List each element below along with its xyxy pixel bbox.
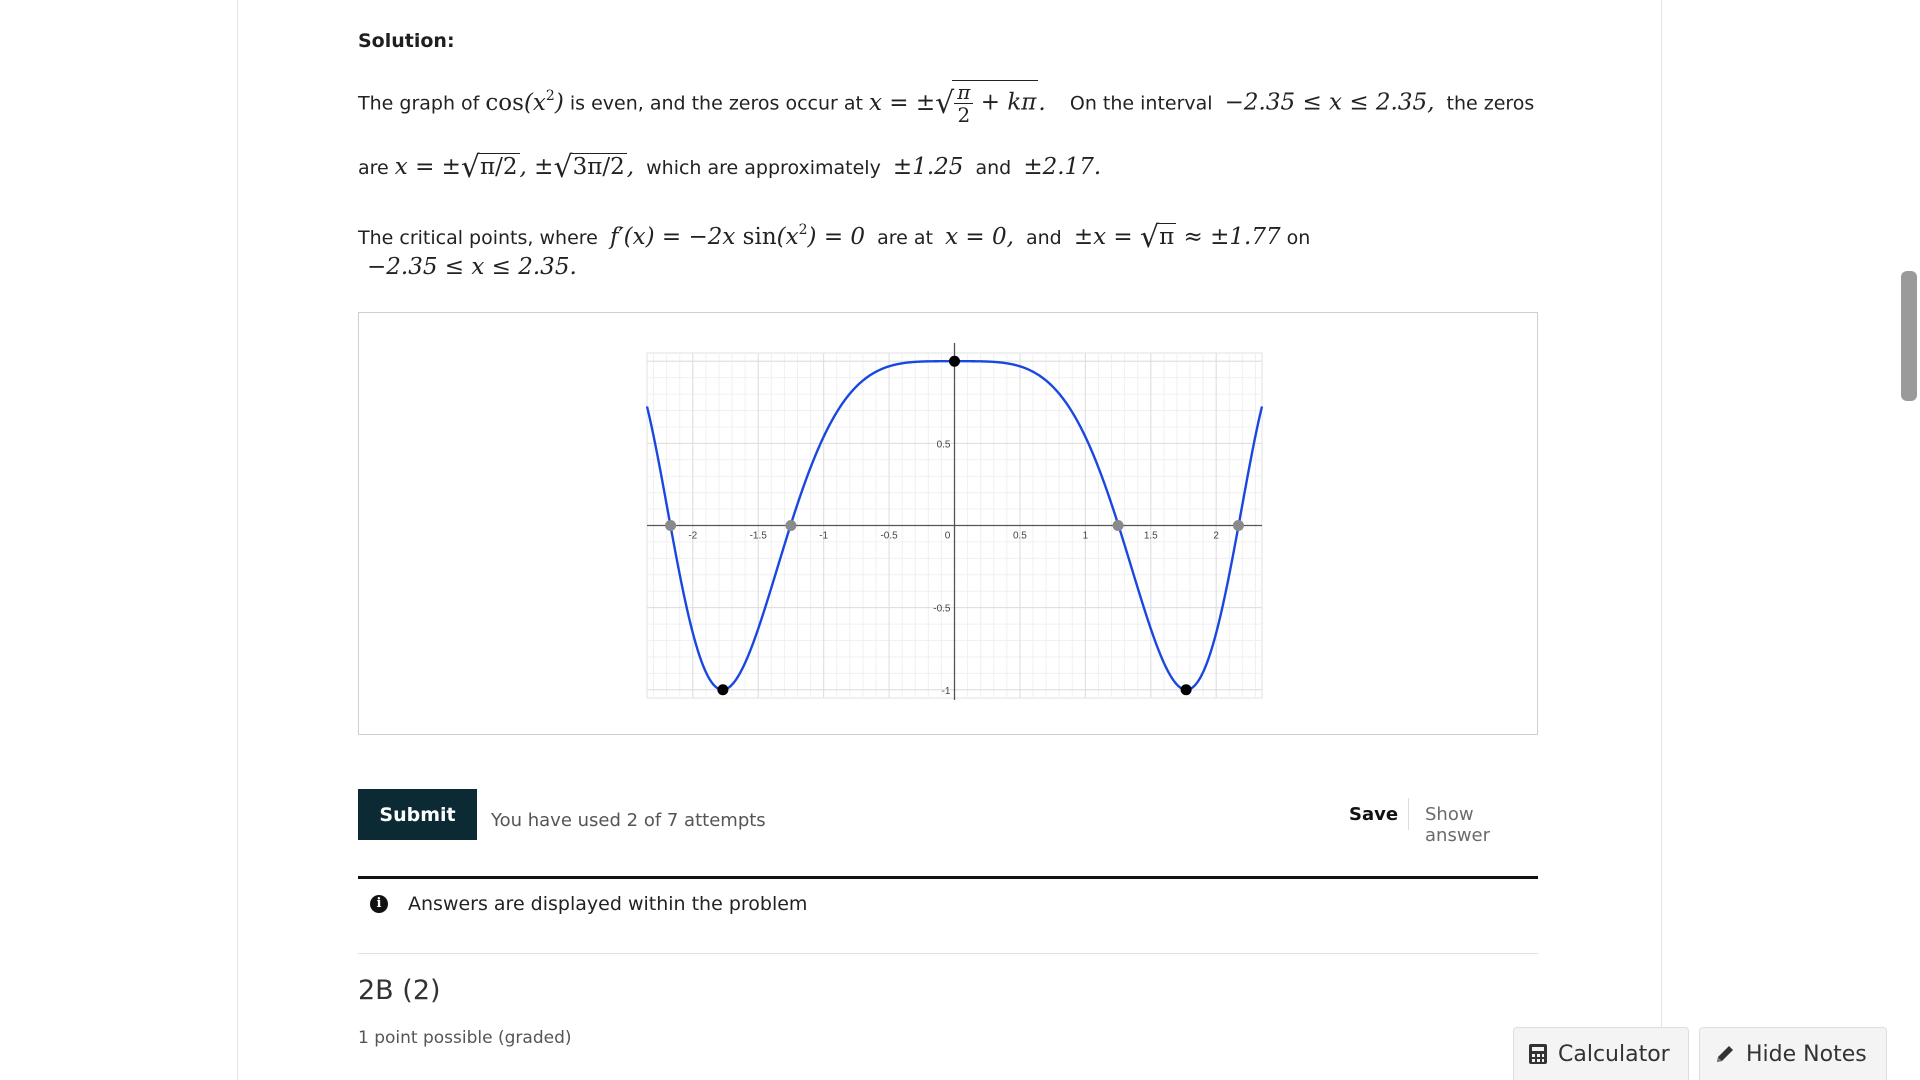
critical-point — [717, 684, 729, 696]
x-tick-label: 0.5 — [1013, 531, 1027, 542]
solution-paragraph-1: The graph of cos(x2) is even, and the ze… — [358, 80, 1534, 126]
info-icon: i — [370, 895, 388, 913]
answers-displayed-notice: Answers are displayed within the problem — [408, 893, 808, 915]
critical-point — [949, 355, 960, 367]
section-divider — [358, 953, 1538, 954]
critical-point — [1180, 684, 1192, 696]
zero-point — [1112, 520, 1124, 531]
x-tick-label: -1 — [819, 531, 828, 542]
text: The critical points, where — [358, 227, 598, 249]
solution-paragraph-3: The critical points, where f′(x) = −2x s… — [358, 220, 1310, 255]
graph-credit: Made with ♥ at MIT | Info & Legal — [1128, 700, 1260, 701]
x-tick-label: -2 — [688, 531, 697, 542]
y-tick-label: -0.5 — [933, 604, 951, 615]
x-tick-label: 1 — [1083, 531, 1089, 542]
zero-point — [785, 520, 797, 531]
math-interval-2: −2.35 ≤ x ≤ 2.35. — [367, 254, 577, 280]
problem-points: 1 point possible (graded) — [358, 1028, 572, 1048]
x-tick-label: -0.5 — [880, 531, 898, 542]
math-cos-x2: cos(x2) — [485, 87, 564, 116]
submit-button[interactable]: Submit — [358, 789, 477, 840]
text: is even, and the zeros occur at — [569, 92, 863, 115]
x-tick-label: 0 — [945, 531, 951, 542]
zero-point — [665, 520, 677, 531]
y-tick-label: -1 — [942, 686, 951, 697]
math-approx-1: ±1.25 — [892, 154, 964, 180]
text: On the interval — [1069, 92, 1213, 115]
math-interval: −2.35 ≤ x ≤ 2.35, — [1224, 89, 1435, 116]
text: which are approximately — [646, 157, 881, 179]
math-x0: x = 0, — [945, 224, 1014, 250]
x-tick-label: 1.5 — [1144, 531, 1158, 542]
calculator-button[interactable]: Calculator — [1513, 1027, 1689, 1080]
text: the zeros — [1446, 92, 1535, 115]
math-zeros-formula: x = ±√ π 2 + kπ. — [869, 80, 1046, 127]
x-tick-label: 2 — [1213, 531, 1219, 542]
math-derivative: f′(x) = −2x sin(x2) = 0 — [609, 222, 866, 250]
graph-container: -2 -1.5 -1 -0.5 0 0.5 1 1.5 2 0.5 -0.5 -1 Made with … — [358, 312, 1538, 735]
show-answer-button[interactable]: Show answer — [1425, 804, 1538, 846]
y-tick-label: 0.5 — [937, 439, 951, 450]
action-divider — [1408, 798, 1409, 830]
notice-top-rule — [358, 876, 1538, 879]
text: and — [975, 157, 1012, 179]
text: are — [358, 157, 389, 179]
math-zeros-values: x = ±√π/2, ±√3π/2, — [394, 150, 635, 185]
scrollbar-thumb[interactable] — [1901, 271, 1917, 401]
problem-title: 2B (2) — [358, 975, 441, 1006]
save-button[interactable]: Save — [1349, 804, 1398, 825]
attempts-counter: You have used 2 of 7 attempts — [491, 810, 766, 831]
x-tick-label: -1.5 — [750, 531, 768, 542]
zero-point — [1232, 520, 1244, 531]
math-approx-2: ±2.17. — [1023, 154, 1102, 180]
page-scrollbar[interactable] — [1898, 0, 1920, 1080]
calculator-icon — [1529, 1044, 1547, 1064]
hide-notes-button[interactable]: Hide Notes — [1699, 1027, 1887, 1080]
text: on — [1286, 227, 1311, 249]
solution-label: Solution: — [358, 30, 455, 52]
text: The graph of — [358, 92, 480, 115]
cos-x2-graph: -2 -1.5 -1 -0.5 0 0.5 1 1.5 2 0.5 -0.5 -1 Made with … — [645, 343, 1264, 701]
hide-notes-label: Hide Notes — [1746, 1041, 1867, 1067]
math-critical: ±x = √π ≈ ±1.77 — [1073, 220, 1281, 255]
pencil-icon — [1717, 1046, 1733, 1062]
solution-paragraph-3-cont: −2.35 ≤ x ≤ 2.35. — [367, 254, 577, 280]
calculator-label: Calculator — [1558, 1041, 1670, 1067]
text: and — [1025, 227, 1062, 249]
solution-paragraph-2: are x = ±√π/2, ±√3π/2, which are approxi… — [358, 150, 1101, 185]
text: are at — [877, 227, 933, 249]
